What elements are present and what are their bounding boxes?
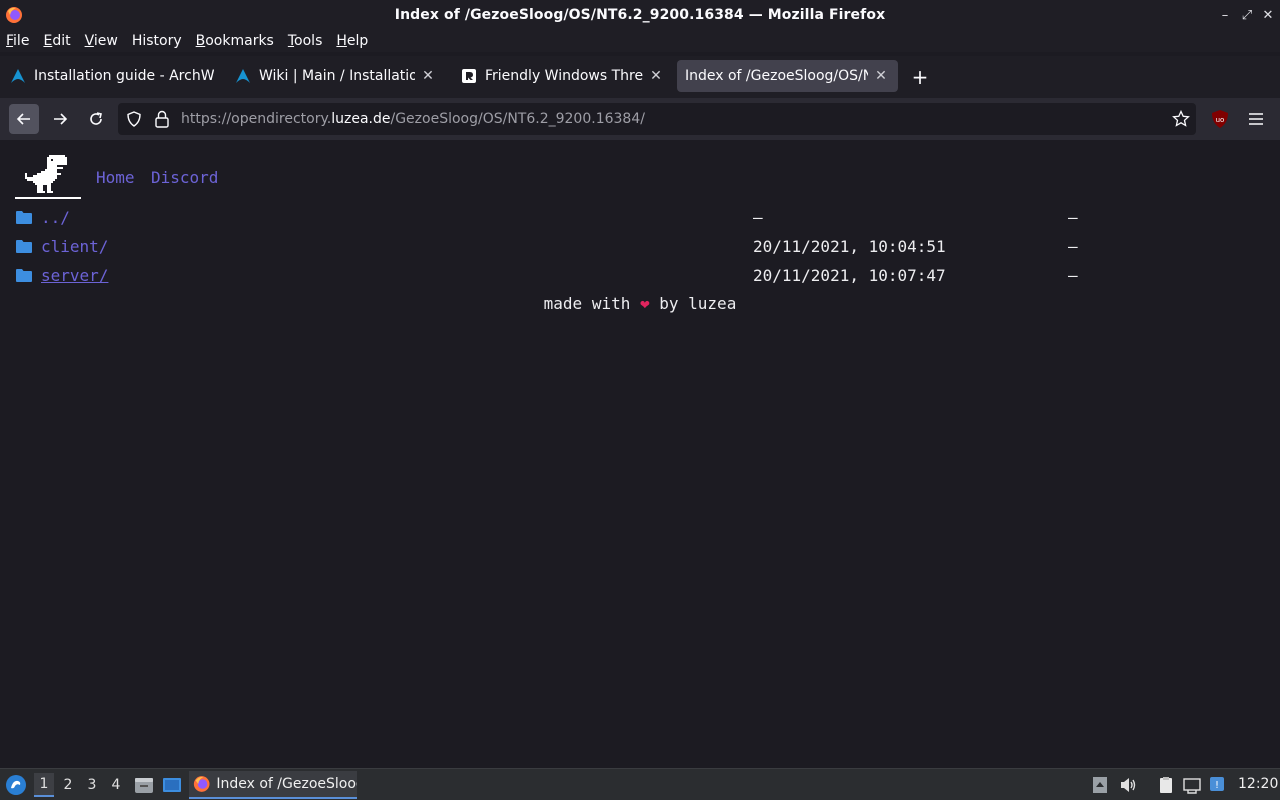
reload-button[interactable]: [81, 104, 111, 134]
modified-date: —: [753, 208, 763, 227]
arrow-left-icon: [16, 113, 30, 125]
tray-arrow-icon[interactable]: [1091, 776, 1109, 794]
tab-index-of-directory[interactable]: Index of /GezoeSloog/OS/NT6.2_9200.16384…: [677, 60, 898, 92]
taskbar-firefox-window[interactable]: Index of /GezoeSloog...: [189, 771, 357, 799]
menu-view[interactable]: View: [85, 33, 118, 49]
clock: 12:20: [1238, 776, 1279, 792]
dino-logo[interactable]: [15, 155, 81, 201]
svg-text:!: !: [1215, 780, 1219, 791]
network-icon[interactable]: [1183, 776, 1201, 794]
navigation-toolbar: https://opendirectory.luzea.de/GezoeSloo…: [0, 98, 1280, 140]
window-titlebar: Index of /GezoeSloog/OS/NT6.2_9200.16384…: [0, 0, 1280, 30]
new-tab-button[interactable]: +: [909, 65, 931, 89]
bookmark-star-icon[interactable]: [1172, 110, 1190, 128]
parent-directory-link[interactable]: ../: [41, 208, 70, 227]
menu-edit[interactable]: Edit: [43, 33, 70, 49]
shield-icon[interactable]: [126, 111, 142, 127]
workspace-3[interactable]: 3: [82, 773, 102, 797]
url-text[interactable]: https://opendirectory.luzea.de/GezoeSloo…: [181, 111, 645, 127]
file-size: —: [1068, 266, 1078, 285]
tab-label: Installation guide - ArchWiki: [34, 68, 214, 84]
tab-archwiki-installation[interactable]: Installation guide - ArchWiki: [0, 60, 222, 92]
file-size: —: [1068, 237, 1078, 256]
firefox-icon: [6, 7, 22, 23]
menu-bookmarks[interactable]: Bookmarks: [196, 33, 274, 49]
modified-date: 20/11/2021, 10:04:51: [753, 237, 946, 256]
folder-icon: [16, 211, 32, 224]
tab-friendly-windows-thread[interactable]: Friendly Windows Thread ✕: [451, 60, 673, 92]
workspace-2[interactable]: 2: [58, 773, 78, 797]
forum-icon: [461, 68, 477, 84]
file-size: —: [1068, 208, 1078, 227]
window-title: Index of /GezoeSloog/OS/NT6.2_9200.16384…: [394, 7, 886, 23]
firefox-icon: [193, 776, 210, 792]
back-button[interactable]: [9, 104, 39, 134]
menubar: File Edit View History Bookmarks Tools H…: [0, 30, 1280, 52]
volume-icon[interactable]: [1119, 776, 1137, 794]
home-link[interactable]: Home: [96, 168, 135, 187]
workspace-1[interactable]: 1: [34, 773, 54, 797]
svg-text:uo: uo: [1216, 116, 1225, 124]
client-folder-link[interactable]: client/: [41, 237, 108, 256]
tab-wiki-installation[interactable]: Wiki | Main / Installation ✕: [225, 60, 445, 92]
close-tab-icon[interactable]: ✕: [872, 67, 890, 85]
taskbar: 1 2 3 4 Index of /GezoeSloog... ! 12:20: [0, 768, 1280, 800]
ublock-origin-icon[interactable]: uo: [1210, 109, 1230, 129]
file-manager-icon[interactable]: [134, 775, 154, 795]
lock-icon[interactable]: [154, 110, 170, 128]
server-folder-link[interactable]: server/: [41, 266, 108, 285]
directory-row-parent: ../ — —: [0, 206, 1280, 230]
app-menu-icon[interactable]: [1246, 110, 1266, 128]
tab-label: Wiki | Main / Installation: [259, 68, 415, 84]
close-tab-icon[interactable]: ✕: [419, 67, 437, 85]
taskbar-task-label: Index of /GezoeSloog...: [216, 776, 357, 792]
directory-row-client: client/ 20/11/2021, 10:04:51 —: [0, 235, 1280, 259]
forward-button[interactable]: [45, 104, 75, 134]
directory-row-server: server/ 20/11/2021, 10:07:47 —: [0, 264, 1280, 288]
reload-icon: [90, 112, 102, 125]
menu-history[interactable]: History: [132, 33, 182, 49]
page-content: Home Discord ../ — — client/ 20/11/2021,…: [0, 140, 1280, 768]
tab-label: Friendly Windows Thread: [485, 68, 643, 84]
update-notifier-icon[interactable]: !: [1209, 776, 1227, 794]
workspace-4[interactable]: 4: [106, 773, 126, 797]
menu-help[interactable]: Help: [336, 33, 368, 49]
menu-file[interactable]: File: [6, 33, 29, 49]
maximize-button[interactable]: ⤢: [1238, 6, 1256, 24]
close-tab-icon[interactable]: ✕: [647, 67, 665, 85]
arrow-right-icon: [54, 113, 68, 125]
tab-strip: Installation guide - ArchWiki Wiki | Mai…: [0, 56, 1280, 98]
clipboard-icon[interactable]: [1157, 776, 1175, 794]
desktop-icon[interactable]: [162, 775, 182, 795]
folder-icon: [16, 269, 32, 282]
start-menu-icon[interactable]: [5, 774, 27, 796]
minimize-button[interactable]: –: [1216, 6, 1234, 24]
arch-icon: [10, 68, 26, 84]
close-window-button[interactable]: ✕: [1259, 6, 1277, 24]
url-bar[interactable]: https://opendirectory.luzea.de/GezoeSloo…: [118, 103, 1196, 135]
menu-tools[interactable]: Tools: [288, 33, 323, 49]
arch-icon: [235, 68, 251, 84]
tab-label: Index of /GezoeSloog/OS/NT6.2_9200.16384: [685, 68, 868, 84]
modified-date: 20/11/2021, 10:07:47: [753, 266, 946, 285]
folder-icon: [16, 240, 32, 253]
page-footer: made with ❤ by luzea: [543, 294, 737, 313]
discord-link[interactable]: Discord: [151, 168, 218, 187]
heart-icon: ❤: [639, 294, 650, 313]
